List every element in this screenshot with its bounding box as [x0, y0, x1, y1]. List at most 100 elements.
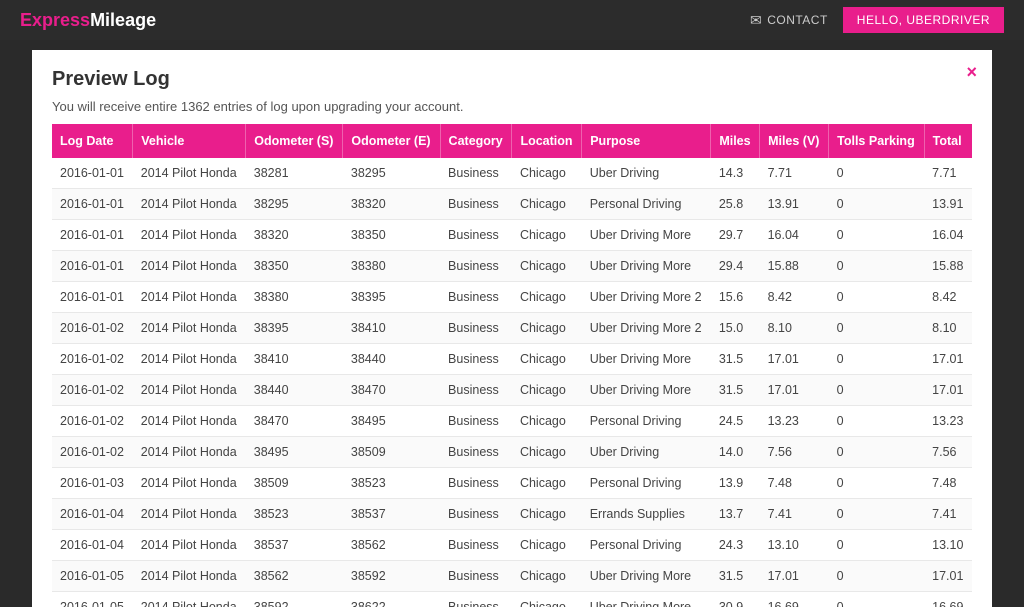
table-cell-miles: 24.3	[711, 530, 760, 561]
table-cell-category: Business	[440, 592, 512, 607]
modal-subtitle: You will receive entire 1362 entries of …	[52, 99, 972, 114]
table-cell-odometer--e-: 38395	[343, 282, 440, 313]
table-cell-odometer--s-: 38320	[246, 220, 343, 251]
table-body: 2016-01-012014 Pilot Honda3828138295Busi…	[52, 158, 972, 607]
table-cell-category: Business	[440, 499, 512, 530]
table-cell-total: 17.01	[924, 344, 972, 375]
table-row: 2016-01-042014 Pilot Honda3852338537Busi…	[52, 499, 972, 530]
modal-header: Preview Log You will receive entire 1362…	[32, 50, 992, 124]
column-header-miles: Miles	[711, 124, 760, 158]
table-cell-vehicle: 2014 Pilot Honda	[133, 561, 246, 592]
table-cell-vehicle: 2014 Pilot Honda	[133, 344, 246, 375]
table-cell-odometer--e-: 38350	[343, 220, 440, 251]
table-cell-location: Chicago	[512, 561, 582, 592]
table-cell-location: Chicago	[512, 592, 582, 607]
table-cell-total: 7.48	[924, 468, 972, 499]
table-cell-location: Chicago	[512, 282, 582, 313]
table-cell-location: Chicago	[512, 530, 582, 561]
table-cell-purpose: Uber Driving More 2	[582, 313, 711, 344]
column-header-category: Category	[440, 124, 512, 158]
table-cell-miles: 29.4	[711, 251, 760, 282]
column-header-odometer--s-: Odometer (S)	[246, 124, 343, 158]
table-cell-miles--v-: 8.42	[760, 282, 829, 313]
table-cell-total: 7.56	[924, 437, 972, 468]
table-cell-odometer--e-: 38509	[343, 437, 440, 468]
table-cell-miles: 15.0	[711, 313, 760, 344]
table-cell-odometer--e-: 38562	[343, 530, 440, 561]
table-cell-log-date: 2016-01-05	[52, 561, 133, 592]
table-cell-log-date: 2016-01-02	[52, 406, 133, 437]
table-cell-vehicle: 2014 Pilot Honda	[133, 282, 246, 313]
table-row: 2016-01-012014 Pilot Honda3835038380Busi…	[52, 251, 972, 282]
table-cell-location: Chicago	[512, 375, 582, 406]
table-cell-category: Business	[440, 561, 512, 592]
table-cell-miles--v-: 7.71	[760, 158, 829, 189]
table-cell-log-date: 2016-01-02	[52, 313, 133, 344]
table-cell-vehicle: 2014 Pilot Honda	[133, 406, 246, 437]
table-cell-miles: 30.9	[711, 592, 760, 607]
table-cell-miles--v-: 7.41	[760, 499, 829, 530]
table-cell-odometer--s-: 38440	[246, 375, 343, 406]
table-cell-purpose: Uber Driving More	[582, 561, 711, 592]
table-cell-total: 8.10	[924, 313, 972, 344]
table-cell-tolls-parking: 0	[829, 251, 925, 282]
user-menu-button[interactable]: HELLO, UBERDRIVER	[843, 7, 1004, 33]
table-cell-odometer--s-: 38295	[246, 189, 343, 220]
table-cell-tolls-parking: 0	[829, 437, 925, 468]
table-cell-log-date: 2016-01-04	[52, 499, 133, 530]
contact-label: CONTACT	[767, 13, 828, 27]
table-cell-category: Business	[440, 220, 512, 251]
table-cell-location: Chicago	[512, 406, 582, 437]
table-row: 2016-01-022014 Pilot Honda3841038440Busi…	[52, 344, 972, 375]
table-cell-total: 7.71	[924, 158, 972, 189]
table-cell-log-date: 2016-01-01	[52, 282, 133, 313]
table-cell-vehicle: 2014 Pilot Honda	[133, 313, 246, 344]
table-cell-vehicle: 2014 Pilot Honda	[133, 499, 246, 530]
table-cell-total: 16.04	[924, 220, 972, 251]
table-cell-odometer--s-: 38562	[246, 561, 343, 592]
table-cell-miles: 14.0	[711, 437, 760, 468]
table-cell-log-date: 2016-01-01	[52, 251, 133, 282]
table-row: 2016-01-022014 Pilot Honda3847038495Busi…	[52, 406, 972, 437]
table-cell-odometer--s-: 38495	[246, 437, 343, 468]
table-cell-log-date: 2016-01-01	[52, 189, 133, 220]
table-row: 2016-01-012014 Pilot Honda3828138295Busi…	[52, 158, 972, 189]
table-cell-vehicle: 2014 Pilot Honda	[133, 220, 246, 251]
table-cell-total: 13.23	[924, 406, 972, 437]
table-cell-odometer--e-: 38380	[343, 251, 440, 282]
table-cell-category: Business	[440, 406, 512, 437]
table-cell-category: Business	[440, 468, 512, 499]
table-row: 2016-01-012014 Pilot Honda3829538320Busi…	[52, 189, 972, 220]
table-row: 2016-01-052014 Pilot Honda3859238622Busi…	[52, 592, 972, 607]
modal-close-button[interactable]: ×	[966, 62, 977, 83]
contact-button[interactable]: ✉ CONTACT	[750, 12, 828, 29]
table-cell-purpose: Uber Driving More	[582, 375, 711, 406]
table-cell-purpose: Personal Driving	[582, 468, 711, 499]
table-cell-location: Chicago	[512, 499, 582, 530]
table-cell-category: Business	[440, 375, 512, 406]
table-cell-tolls-parking: 0	[829, 499, 925, 530]
table-cell-miles--v-: 17.01	[760, 375, 829, 406]
column-header-location: Location	[512, 124, 582, 158]
table-cell-tolls-parking: 0	[829, 344, 925, 375]
table-cell-miles--v-: 7.48	[760, 468, 829, 499]
table-cell-odometer--e-: 38320	[343, 189, 440, 220]
table-cell-odometer--s-: 38470	[246, 406, 343, 437]
table-cell-miles: 13.7	[711, 499, 760, 530]
table-cell-tolls-parking: 0	[829, 220, 925, 251]
table-cell-category: Business	[440, 530, 512, 561]
table-cell-category: Business	[440, 282, 512, 313]
log-table-container[interactable]: Log DateVehicleOdometer (S)Odometer (E)C…	[32, 124, 992, 607]
table-cell-location: Chicago	[512, 220, 582, 251]
table-cell-purpose: Uber Driving More	[582, 251, 711, 282]
table-cell-log-date: 2016-01-02	[52, 375, 133, 406]
table-cell-tolls-parking: 0	[829, 406, 925, 437]
table-cell-purpose: Personal Driving	[582, 406, 711, 437]
table-cell-category: Business	[440, 344, 512, 375]
table-cell-miles--v-: 13.23	[760, 406, 829, 437]
table-cell-miles: 31.5	[711, 561, 760, 592]
table-cell-total: 13.10	[924, 530, 972, 561]
table-cell-purpose: Uber Driving	[582, 158, 711, 189]
table-cell-total: 8.42	[924, 282, 972, 313]
logo-express: Express	[20, 10, 90, 30]
